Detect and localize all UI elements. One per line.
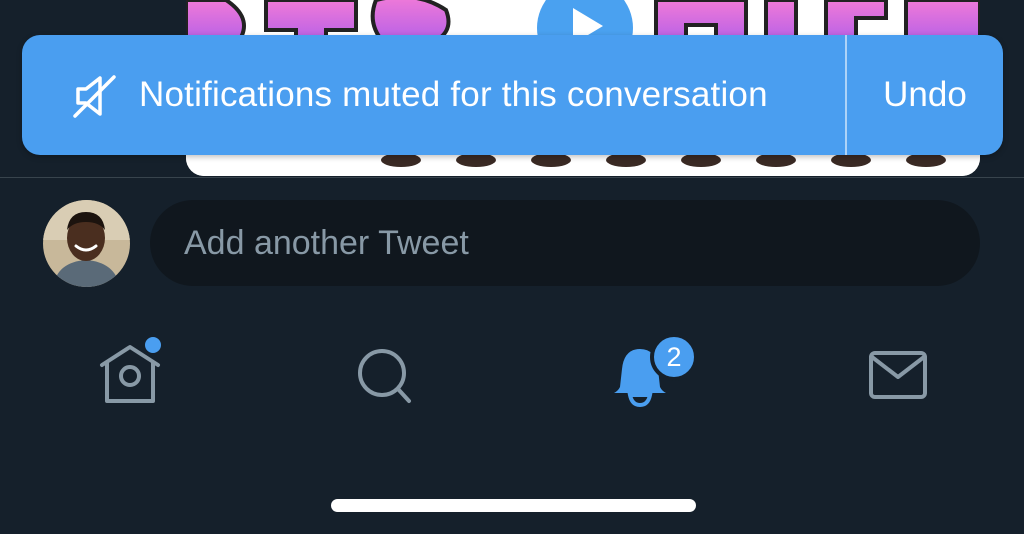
tab-search[interactable] xyxy=(345,335,425,415)
app-screen: Notifications muted for this conversatio… xyxy=(0,0,1024,534)
notification-count-badge: 2 xyxy=(650,333,698,381)
muted-speaker-icon xyxy=(73,75,116,118)
search-icon xyxy=(358,349,411,403)
add-tweet-input[interactable]: Add another Tweet xyxy=(150,200,980,286)
divider xyxy=(0,177,1024,178)
toast-message: Notifications muted for this conversatio… xyxy=(139,75,768,114)
tab-messages[interactable] xyxy=(858,335,938,415)
new-tweets-dot xyxy=(142,334,164,356)
mail-icon xyxy=(869,351,927,399)
muted-toast: Notifications muted for this conversatio… xyxy=(22,35,1003,155)
user-avatar-image xyxy=(43,200,130,287)
home-indicator[interactable] xyxy=(331,499,696,512)
tab-home[interactable] xyxy=(90,334,170,415)
tab-notifications[interactable]: 2 xyxy=(600,333,698,415)
avatar[interactable] xyxy=(43,200,130,287)
undo-button[interactable]: Undo xyxy=(847,35,1003,155)
